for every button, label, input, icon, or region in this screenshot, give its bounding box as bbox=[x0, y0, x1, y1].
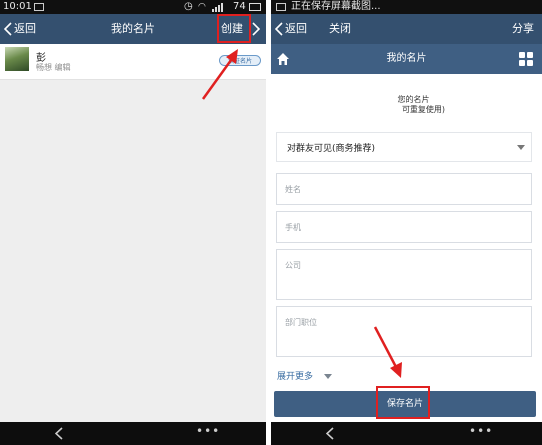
chevron-right-icon[interactable] bbox=[252, 22, 260, 36]
wifi-icon: ◠ bbox=[198, 2, 206, 12]
annotation-arrow bbox=[373, 326, 402, 378]
alarm-icon: ◷ bbox=[184, 1, 193, 12]
department-placeholder: 部门职位 bbox=[285, 318, 317, 327]
left-phone-screen: 10:01 ◷ ◠ 74 返回 我的名片 创建 彭 畅想 编辑 认证名片 ••• bbox=[0, 0, 266, 445]
status-bar: 10:01 ◷ ◠ 74 bbox=[0, 0, 266, 14]
dropdown-arrow-icon bbox=[517, 145, 525, 150]
status-time: 10:01 bbox=[3, 1, 32, 12]
back-label: 返回 bbox=[285, 22, 307, 35]
avatar bbox=[5, 47, 29, 71]
screenshot-icon bbox=[276, 3, 286, 11]
image-icon bbox=[34, 3, 44, 11]
sub-header-title: 我的名片 bbox=[386, 53, 427, 64]
battery-icon bbox=[249, 3, 261, 11]
status-text: 正在保存屏幕截图... bbox=[291, 1, 381, 12]
back-button[interactable]: 返回 bbox=[4, 14, 36, 44]
chevron-left-icon bbox=[4, 22, 12, 36]
share-label: 分享 bbox=[512, 22, 534, 35]
visibility-select[interactable]: 对群友可见(商务推荐) bbox=[276, 132, 532, 162]
form-header-line2: 可重复使用) bbox=[401, 105, 446, 114]
expand-arrow-icon bbox=[323, 374, 332, 379]
sub-header-bar: 我的名片 bbox=[271, 44, 542, 74]
close-button[interactable]: 关闭 bbox=[329, 14, 351, 44]
card-subtitle: 畅想 编辑 bbox=[36, 63, 71, 72]
highlight-box-save bbox=[376, 386, 430, 419]
company-placeholder: 公司 bbox=[285, 261, 301, 270]
system-menu-icon[interactable]: ••• bbox=[196, 424, 220, 438]
grid-menu-icon[interactable] bbox=[519, 52, 533, 66]
chevron-left-icon bbox=[275, 22, 283, 36]
status-bar: 正在保存屏幕截图... bbox=[271, 0, 542, 14]
highlight-box-create bbox=[217, 14, 251, 43]
annotation-arrow bbox=[201, 49, 238, 100]
expand-more-label: 展开更多 bbox=[277, 372, 314, 382]
visibility-value: 对群友可见(商务推荐) bbox=[287, 144, 376, 154]
name-placeholder: 姓名 bbox=[285, 185, 301, 194]
expand-more-button[interactable]: 展开更多 bbox=[277, 369, 332, 382]
name-field[interactable]: 姓名 bbox=[276, 173, 532, 205]
system-back-icon[interactable] bbox=[55, 427, 63, 440]
system-nav-bar: ••• bbox=[0, 422, 266, 445]
right-phone-screen: 正在保存屏幕截图... 返回 关闭 分享 我的名片 您的名片 可重复使用) 对群… bbox=[271, 0, 542, 445]
back-label: 返回 bbox=[14, 22, 36, 35]
system-menu-icon[interactable]: ••• bbox=[469, 424, 493, 438]
phone-field[interactable]: 手机 bbox=[276, 211, 532, 243]
system-back-icon[interactable] bbox=[326, 427, 334, 440]
phone-placeholder: 手机 bbox=[285, 223, 301, 232]
system-nav-bar: ••• bbox=[271, 422, 542, 445]
form-header-text: 您的名片 可重复使用) bbox=[271, 95, 542, 115]
share-button[interactable]: 分享 bbox=[512, 14, 534, 44]
form-header-line1: 您的名片 bbox=[397, 95, 430, 104]
company-field[interactable]: 公司 bbox=[276, 249, 532, 300]
close-label: 关闭 bbox=[329, 22, 351, 35]
battery-level: 74 bbox=[233, 1, 246, 12]
back-button[interactable]: 返回 bbox=[275, 14, 307, 44]
nav-bar: 返回 关闭 分享 bbox=[271, 14, 542, 44]
